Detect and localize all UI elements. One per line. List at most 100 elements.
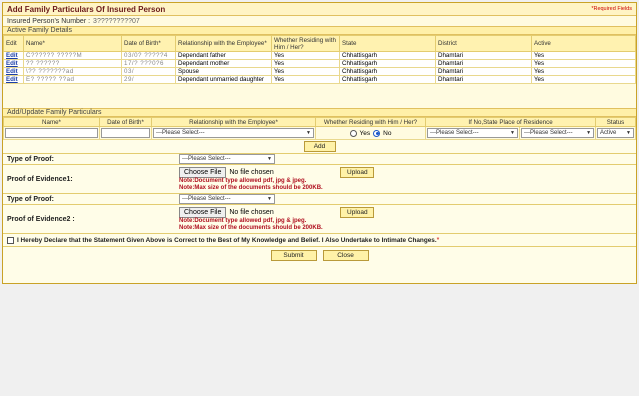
table-header-row: Edit Name* Date of Birth* Relationship w… [3,35,636,52]
cell-active: Yes [531,59,636,68]
insured-person-number: Insured Person's Number : 3?????????07 [3,16,636,26]
col-active: Active [531,35,636,52]
proof1-upload-group: Choose File No file chosen Upload Note:D… [179,166,375,192]
col-relationship: Relationship with the Employee* [175,35,272,52]
cell-residing: Yes [271,67,340,76]
table-spacer [3,84,636,108]
declaration-checkbox[interactable] [7,236,14,244]
cell-relationship: Dependant unmarried daughter [175,75,272,84]
proof1-upload-button[interactable]: Upload [340,166,375,178]
cell-state: Chhattisgarh [339,59,436,68]
cell-state: Chhattisgarh [339,67,436,76]
required-star: * [436,236,440,244]
declaration-text: I Hereby Declare that the Statement Give… [17,236,437,244]
cell-residing: Yes [271,75,340,84]
edit-link[interactable]: Edit [3,59,24,68]
edit-link[interactable]: Edit [3,75,24,84]
proof2-upload-button[interactable]: Upload [340,206,375,218]
submit-button[interactable]: Submit [270,249,317,261]
yes-label: Yes [359,129,371,137]
edit-link[interactable]: Edit [3,67,24,76]
name-input[interactable] [5,128,98,138]
add-button[interactable]: Add [303,141,336,152]
cell-state: Chhattisgarh [339,75,436,84]
upd-col-relationship: Relationship with the Employee* [151,117,316,127]
chevron-down-icon: ▼ [626,130,631,136]
family-particulars-form: Add Family Particulars Of Insured Person… [2,2,637,284]
proof2-type-select[interactable]: ---Please Select--- ▼ [179,194,275,204]
upd-col-residing: Whether Residing with Him / Her? [315,117,426,127]
col-residing: Whether Residing with Him / Her? [271,35,340,52]
status-select[interactable]: Active ▼ [597,128,634,138]
proof2-evidence-label: Proof of Evidence2 : [7,215,75,223]
active-family-table: Edit Name* Date of Birth* Relationship w… [3,35,636,84]
proof2-type-label: Type of Proof: [7,195,54,203]
cell-dob: 03/0? ?????4 [121,51,176,60]
cell-district: Dhamtari [435,59,532,68]
cell-name: E? ????? ??ad [23,75,122,84]
title-bar: Add Family Particulars Of Insured Person… [3,3,636,16]
residence-district-select[interactable]: ---Please Select--- ▼ [521,128,595,138]
cell-relationship: Dependant father [175,51,272,60]
proof2-type-row: Type of Proof: ---Please Select--- ▼ [3,194,636,205]
col-edit: Edit [3,35,24,52]
cell-dob: 29/ [121,75,176,84]
proof1-choose-file-button[interactable]: Choose File [179,166,227,178]
residing-radio-group: Yes No [317,129,424,137]
cell-relationship: Spouse [175,67,272,76]
col-state: State [339,35,436,52]
update-header-row: Name* Date of Birth* Relationship with t… [3,117,636,127]
declaration-row: I Hereby Declare that the Statement Give… [3,234,636,247]
dob-input[interactable] [101,128,150,138]
insured-label: Insured Person's Number : [7,17,91,25]
upd-col-status: Status [595,117,636,127]
proof2-choose-file-button[interactable]: Choose File [179,206,227,218]
proof2-evidence-row: Proof of Evidence2 : Choose File No file… [3,205,636,234]
cell-residing: Yes [271,59,340,68]
proof1-note-size: Note:Max size of the documents should be… [179,185,323,191]
col-district: District [435,35,532,52]
cell-dob: 03/ [121,67,176,76]
cell-active: Yes [531,75,636,84]
active-family-section-title: Active Family Details [3,26,636,35]
cell-district: Dhamtari [435,75,532,84]
proof1-type-label: Type of Proof: [7,155,54,163]
upd-col-dob: Date of Birth* [99,117,152,127]
table-row: Edit \?? ???????ad 03/ Spouse Yes Chhatt… [3,67,636,76]
cell-district: Dhamtari [435,67,532,76]
proof2-note-size: Note:Max size of the documents should be… [179,225,323,231]
col-name: Name* [23,35,122,52]
residing-no-radio[interactable] [373,129,381,137]
add-row: Add [3,140,636,154]
chevron-down-icon: ▼ [510,130,515,136]
insured-value: 3?????????07 [93,17,140,25]
update-input-row: ---Please Select--- ▼ Yes No ---Please Se… [3,126,636,140]
edit-link[interactable]: Edit [3,51,24,60]
chevron-down-icon: ▼ [267,156,272,162]
proof1-evidence-row: Proof of Evidence1: Choose File No file … [3,165,636,194]
cell-district: Dhamtari [435,51,532,60]
upd-col-name: Name* [3,117,100,127]
cell-dob: 17/? ???0?6 [121,59,176,68]
action-row: Submit Close [3,247,636,263]
cell-name: ?? ?????? [23,59,122,68]
required-fields-note: *Required Fields [591,6,632,12]
cell-active: Yes [531,67,636,76]
close-button[interactable]: Close [322,249,369,261]
no-label: No [383,129,392,137]
upd-col-residence: If No,State Place of Residence [424,117,597,127]
col-dob: Date of Birth* [121,35,176,52]
proof2-no-file-text: No file chosen [229,208,274,216]
cell-relationship: Dependant mother [175,59,272,68]
table-row: Edit E? ????? ??ad 29/ Dependant unmarri… [3,75,636,84]
residence-state-select[interactable]: ---Please Select--- ▼ [427,128,518,138]
residing-yes-radio[interactable] [349,129,357,137]
relationship-select[interactable]: ---Please Select--- ▼ [153,128,314,138]
cell-name: C?????? ?????M [23,51,122,60]
proof1-type-select[interactable]: ---Please Select--- ▼ [179,154,275,164]
cell-name: \?? ???????ad [23,67,122,76]
proof1-no-file-text: No file chosen [229,168,274,176]
table-row: Edit C?????? ?????M 03/0? ?????4 Dependa… [3,51,636,60]
table-row: Edit ?? ?????? 17/? ???0?6 Dependant mot… [3,59,636,68]
proof1-note-type: Note:Document type allowed pdf, jpg & jp… [179,178,307,184]
